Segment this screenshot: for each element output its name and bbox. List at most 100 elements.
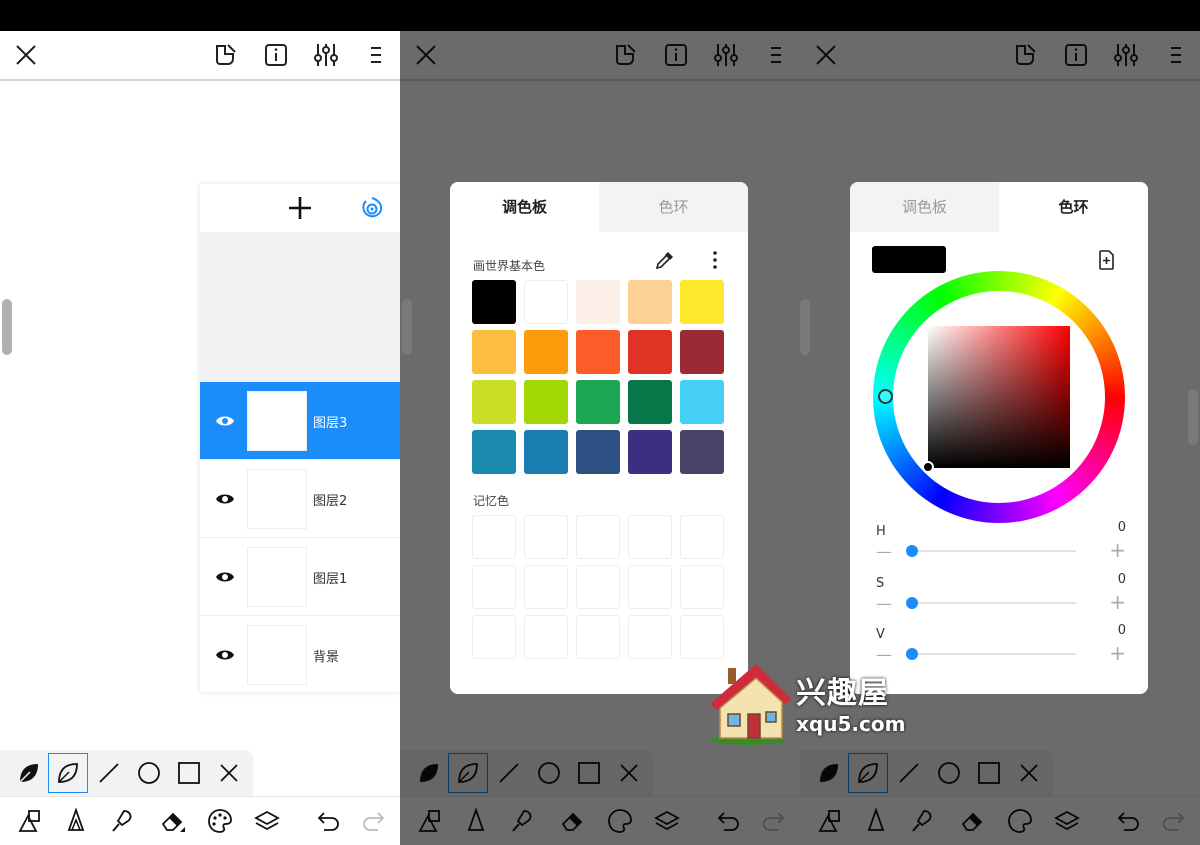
close-icon[interactable] [12,41,40,69]
leaf-brush-outline-icon[interactable] [848,753,888,793]
color-swatch[interactable] [524,430,568,474]
circle-tool-icon[interactable] [536,760,562,786]
memory-color-slot[interactable] [576,565,620,609]
menu-icon[interactable] [1162,41,1190,69]
hue-slider-knob[interactable] [906,545,918,557]
canvas-icon[interactable] [612,41,640,69]
color-swatch[interactable] [576,330,620,374]
eye-icon[interactable] [215,645,235,665]
menu-icon[interactable] [362,41,390,69]
palette-icon[interactable] [207,808,233,834]
circle-tool-icon[interactable] [136,760,162,786]
undo-icon[interactable] [716,808,742,834]
layer-blend-icon[interactable] [360,196,384,220]
leaf-brush-outline-icon[interactable] [48,753,88,793]
smudge-icon[interactable] [510,808,536,834]
rect-tool-icon[interactable] [976,760,1002,786]
adjust-icon[interactable] [1112,41,1140,69]
minus-icon[interactable]: — [876,542,892,561]
rect-tool-icon[interactable] [176,760,202,786]
plus-icon[interactable]: + [1109,538,1126,562]
memory-color-slot[interactable] [680,565,724,609]
eye-icon[interactable] [215,489,235,509]
left-side-handle[interactable] [800,299,810,355]
smudge-icon[interactable] [910,808,936,834]
layers-icon[interactable] [254,808,280,834]
memory-color-slot[interactable] [628,615,672,659]
color-swatch[interactable] [472,280,516,324]
line-tool-icon[interactable] [96,760,122,786]
memory-color-slot[interactable] [472,615,516,659]
eraser-icon[interactable] [560,808,586,834]
adjust-icon[interactable] [712,41,740,69]
redo-icon[interactable] [360,808,386,834]
layer-row[interactable]: 图层2 [200,460,400,538]
plus-icon[interactable]: + [1109,641,1126,665]
layer-row[interactable]: 背景 [200,616,400,694]
memory-color-slot[interactable] [472,565,516,609]
tab-color-wheel[interactable]: 色环 [999,182,1148,232]
smudge-icon[interactable] [110,808,136,834]
palette-icon[interactable] [607,808,633,834]
eyedropper-icon[interactable] [654,249,676,271]
add-to-palette-icon[interactable] [1096,249,1118,271]
redo-icon[interactable] [760,808,786,834]
more-vertical-icon[interactable] [704,249,726,271]
color-swatch[interactable] [680,280,724,324]
left-side-handle[interactable] [402,299,412,355]
memory-color-slot[interactable] [524,565,568,609]
color-swatch[interactable] [576,280,620,324]
redo-icon[interactable] [1160,808,1186,834]
leaf-brush-outline-icon[interactable] [448,753,488,793]
pencil-icon[interactable] [63,807,89,834]
close-shape-icon[interactable] [1016,760,1042,786]
pencil-icon[interactable] [463,807,489,834]
color-swatch[interactable] [524,380,568,424]
value-slider-knob[interactable] [906,648,918,660]
hue-slider[interactable] [916,550,1076,552]
layer-row[interactable]: 图层3 [200,382,400,460]
memory-color-slot[interactable] [472,515,516,559]
color-swatch[interactable] [576,430,620,474]
value-slider[interactable] [916,653,1076,655]
undo-icon[interactable] [316,808,342,834]
color-swatch[interactable] [524,280,568,324]
tab-palette[interactable]: 调色板 [850,182,999,232]
color-swatch[interactable] [576,380,620,424]
memory-color-slot[interactable] [576,515,620,559]
tab-palette[interactable]: 调色板 [450,182,599,232]
color-swatch[interactable] [628,430,672,474]
menu-icon[interactable] [762,41,790,69]
left-side-handle[interactable] [2,299,12,355]
memory-color-slot[interactable] [628,515,672,559]
circle-tool-icon[interactable] [936,760,962,786]
layers-icon[interactable] [654,808,680,834]
color-swatch[interactable] [472,380,516,424]
close-shape-icon[interactable] [616,760,642,786]
rect-tool-icon[interactable] [576,760,602,786]
layer-row[interactable]: 图层1 [200,538,400,616]
info-icon[interactable] [1062,41,1090,69]
close-icon[interactable] [812,41,840,69]
color-swatch[interactable] [628,380,672,424]
close-shape-icon[interactable] [216,760,242,786]
adjust-icon[interactable] [312,41,340,69]
line-tool-icon[interactable] [496,760,522,786]
leaf-brush-filled-icon[interactable] [416,760,442,786]
canvas-icon[interactable] [212,41,240,69]
undo-icon[interactable] [1116,808,1142,834]
memory-color-slot[interactable] [576,615,620,659]
saturation-slider[interactable] [916,602,1076,604]
eye-icon[interactable] [215,411,235,431]
leaf-brush-filled-icon[interactable] [816,760,842,786]
memory-color-slot[interactable] [680,515,724,559]
color-swatch[interactable] [628,280,672,324]
shapes-icon[interactable] [17,808,43,834]
color-swatch[interactable] [628,330,672,374]
plus-icon[interactable]: + [1109,590,1126,614]
color-swatch[interactable] [472,330,516,374]
eraser-icon[interactable] [160,808,186,834]
palette-icon[interactable] [1007,808,1033,834]
pencil-icon[interactable] [863,807,889,834]
right-side-handle[interactable] [1188,389,1198,445]
